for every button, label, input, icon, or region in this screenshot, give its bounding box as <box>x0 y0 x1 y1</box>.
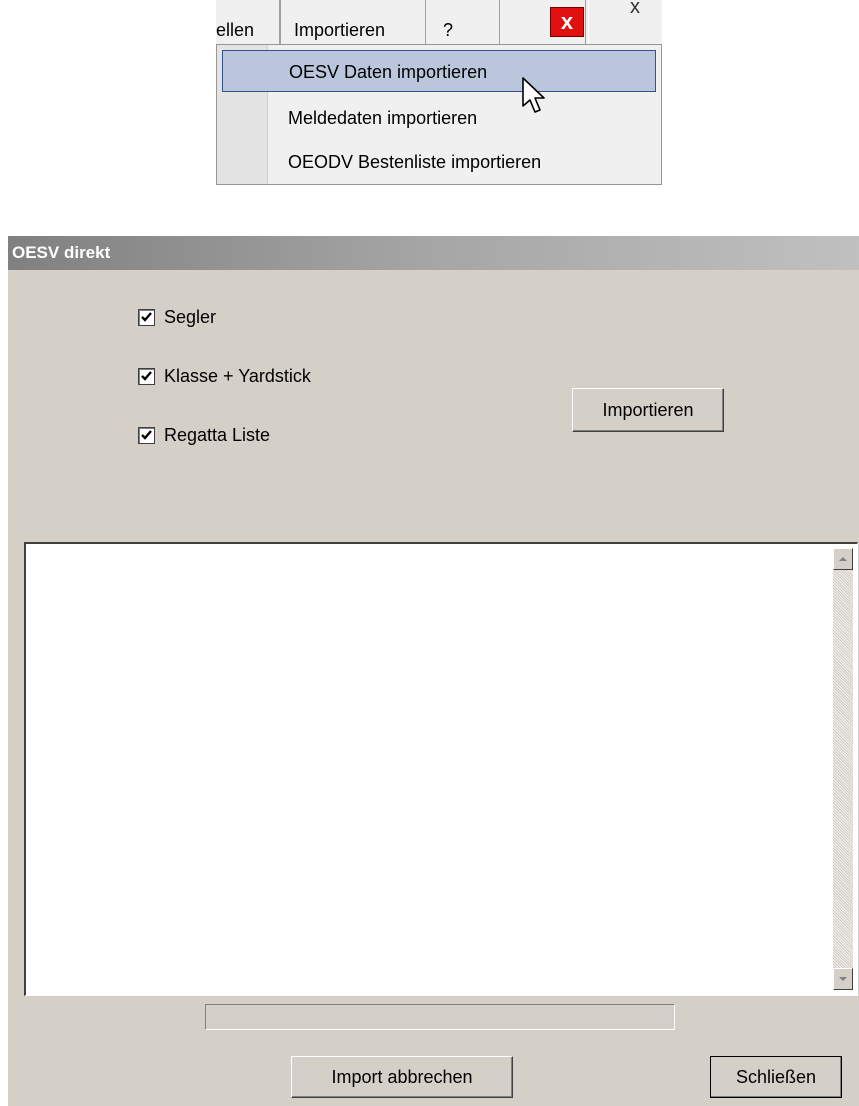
scroll-down-button[interactable] <box>833 968 853 990</box>
schliessen-button[interactable]: Schließen <box>710 1056 842 1098</box>
menu-tab-help-label: ? <box>443 20 454 40</box>
menu-separator <box>585 0 589 44</box>
menu-item-oeodv-bestenliste-importieren[interactable]: OEODV Bestenliste importieren <box>222 141 656 183</box>
oesv-direkt-dialog: OESV direkt Segler Klasse + Yardstick Re… <box>4 232 859 1106</box>
import-log-listbox[interactable] <box>24 542 858 996</box>
menu-bar: ellen Importieren ? x x <box>216 0 662 44</box>
menu-item-label: OESV Daten importieren <box>289 62 488 82</box>
arrow-down-icon <box>839 977 847 981</box>
menu-tab-partial-label: ellen <box>216 20 255 40</box>
mouse-pointer-icon <box>522 77 545 113</box>
import-abbrechen-button[interactable]: Import abbrechen <box>291 1056 513 1098</box>
menu-item-label: OEODV Bestenliste importieren <box>288 152 542 172</box>
import-progress-bar <box>205 1004 675 1030</box>
close-red-icon[interactable]: x <box>550 7 584 37</box>
menu-item-meldedaten-importieren[interactable]: Meldedaten importieren <box>222 97 656 139</box>
scroll-up-button[interactable] <box>833 548 853 570</box>
checkbox-label: Klasse + Yardstick <box>164 366 311 386</box>
close-red-label: x <box>560 9 574 34</box>
checkbox-label: Regatta Liste <box>164 425 271 445</box>
checkbox-checked-icon <box>138 368 155 385</box>
close-icon[interactable]: x <box>630 0 640 19</box>
vertical-scrollbar[interactable] <box>833 548 853 990</box>
menu-item-oesv-daten-importieren[interactable]: OESV Daten importieren <box>222 50 656 92</box>
checkbox-label: Segler <box>164 307 217 327</box>
arrow-up-icon <box>839 557 847 561</box>
menu-tab-partial[interactable]: ellen <box>216 0 280 44</box>
importieren-button[interactable]: Importieren <box>572 388 724 432</box>
checkbox-checked-icon <box>138 427 155 444</box>
close-small-label: x <box>630 0 640 18</box>
menu-tab-help[interactable]: ? <box>426 0 500 44</box>
dialog-title: OESV direkt <box>8 236 859 270</box>
menu-item-label: Meldedaten importieren <box>288 108 478 128</box>
import-dropdown-menu: OESV Daten importieren Meldedaten import… <box>216 44 662 185</box>
checkbox-checked-icon <box>138 309 155 326</box>
menu-tab-importieren-label: Importieren <box>294 20 386 40</box>
menu-tab-importieren[interactable]: Importieren <box>280 0 426 44</box>
